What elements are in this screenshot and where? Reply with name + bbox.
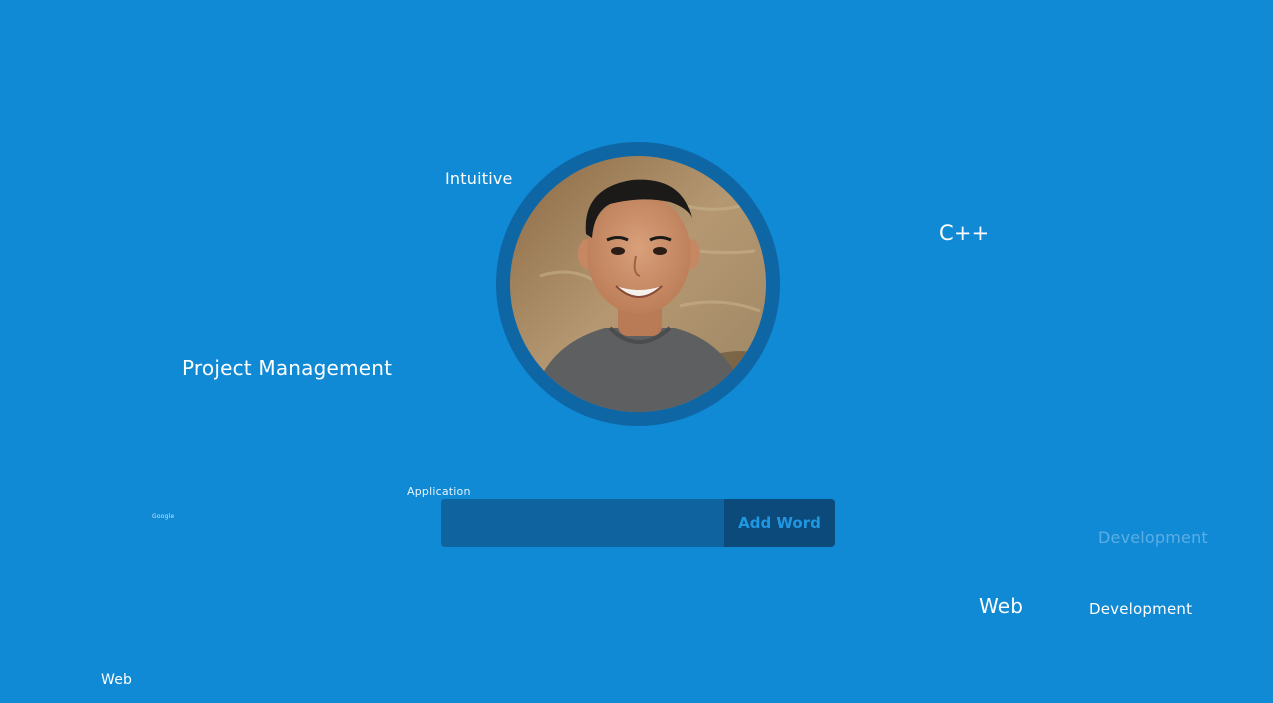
word-cloud-stage: Intuitive C++ Project Management Applica…: [0, 0, 1273, 703]
cloud-word-application: Application: [407, 485, 471, 498]
cloud-word-web-large: Web: [979, 594, 1024, 618]
add-word-form: Add Word: [441, 499, 835, 547]
add-word-button[interactable]: Add Word: [724, 499, 835, 547]
cloud-word-web-small: Web: [101, 672, 133, 688]
profile-avatar-ring: [496, 142, 780, 426]
cloud-word-development-faint: Development: [1098, 528, 1208, 547]
cloud-word-tiny: Google: [152, 513, 175, 520]
cloud-word-intuitive: Intuitive: [445, 169, 513, 188]
word-input[interactable]: [441, 499, 724, 547]
cloud-word-cpp: C++: [939, 221, 990, 245]
profile-portrait-image: [510, 156, 766, 412]
cloud-word-development: Development: [1089, 600, 1193, 618]
cloud-word-project-management: Project Management: [182, 356, 393, 380]
profile-avatar: [510, 156, 766, 412]
